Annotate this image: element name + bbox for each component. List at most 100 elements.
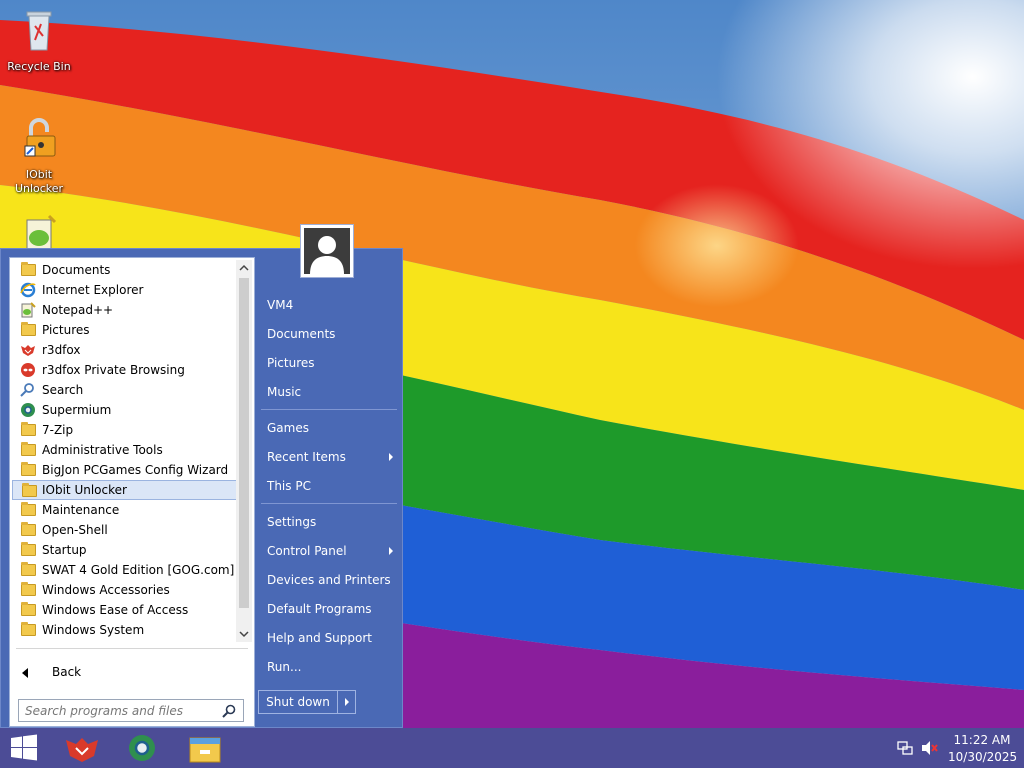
right-item-label: Default Programs — [267, 602, 372, 616]
folder-icon — [21, 322, 36, 336]
program-item-maintenance[interactable]: Maintenance — [12, 500, 240, 520]
program-item-startup[interactable]: Startup — [12, 540, 240, 560]
program-item-r3dfox[interactable]: r3dfox — [12, 340, 240, 360]
program-item-administrative-tools[interactable]: Administrative Tools — [12, 440, 240, 460]
program-item-7-zip[interactable]: 7-Zip — [12, 420, 240, 440]
right-item-label: Games — [267, 421, 309, 435]
taskbar-app-file-explorer[interactable] — [176, 730, 232, 766]
right-item-recent-items[interactable]: Recent Items — [259, 444, 397, 470]
submenu-arrow-icon — [389, 453, 393, 461]
chevron-right-icon — [345, 698, 349, 706]
program-label: Startup — [42, 543, 87, 557]
program-item-iobit-unlocker[interactable]: IObit Unlocker — [12, 480, 240, 500]
right-item-label: This PC — [267, 479, 311, 493]
program-label: Windows System — [42, 623, 145, 637]
program-item-r3dfox-private[interactable]: r3dfox Private Browsing — [12, 360, 240, 380]
program-label: Open-Shell — [42, 523, 108, 537]
program-item-internet-explorer[interactable]: Internet Explorer — [12, 280, 240, 300]
separator — [261, 409, 397, 410]
back-button[interactable]: Back — [12, 660, 242, 684]
program-item-open-shell[interactable]: Open-Shell — [12, 520, 240, 540]
folder-icon — [21, 562, 36, 576]
folder-icon — [21, 502, 36, 516]
submenu-arrow-icon — [389, 547, 393, 555]
desktop-icon-recycle-bin[interactable]: Recycle Bin — [4, 6, 74, 74]
user-picture[interactable] — [300, 224, 354, 278]
shutdown-button[interactable]: Shut down — [259, 691, 337, 713]
folder-icon — [21, 462, 36, 476]
programs-pane: Documents Internet Explorer Notepad++ Pi… — [9, 257, 255, 727]
back-label: Back — [52, 665, 82, 679]
search-icon[interactable] — [222, 704, 236, 718]
start-menu: Documents Internet Explorer Notepad++ Pi… — [0, 248, 403, 728]
volume-muted-icon[interactable] — [921, 740, 939, 756]
separator — [16, 648, 248, 649]
start-button[interactable] — [0, 728, 48, 768]
right-item-user-folder[interactable]: VM4 — [259, 292, 397, 318]
back-arrow-icon — [22, 668, 28, 678]
program-item-swat4[interactable]: SWAT 4 Gold Edition [GOG.com] — [12, 560, 240, 580]
folder-icon — [21, 422, 36, 436]
program-item-search[interactable]: Search — [12, 380, 240, 400]
user-avatar-icon — [310, 236, 344, 274]
program-label: IObit Unlocker — [42, 483, 127, 497]
right-item-this-pc[interactable]: This PC — [259, 473, 397, 499]
program-item-bigjon-config-wizard[interactable]: BigJon PCGames Config Wizard — [12, 460, 240, 480]
folder-icon — [22, 483, 37, 497]
windows-logo-icon — [11, 734, 37, 761]
r3dfox-icon — [66, 738, 98, 762]
right-item-settings[interactable]: Settings — [259, 509, 397, 535]
taskbar-app-supermium[interactable] — [114, 730, 170, 766]
program-label: Maintenance — [42, 503, 120, 517]
right-item-control-panel[interactable]: Control Panel — [259, 538, 397, 564]
taskbar-app-r3dfox[interactable] — [54, 730, 110, 766]
right-item-pictures[interactable]: Pictures — [259, 350, 397, 376]
program-item-windows-system[interactable]: Windows System — [12, 620, 240, 640]
scroll-down-button[interactable] — [236, 626, 252, 642]
taskbar: 11:22 AM 10/30/2025 — [0, 728, 1024, 768]
search-input[interactable] — [18, 699, 244, 722]
program-item-windows-accessories[interactable]: Windows Accessories — [12, 580, 240, 600]
supermium-icon — [129, 735, 155, 761]
program-label: r3dfox — [42, 343, 81, 357]
program-item-supermium[interactable]: Supermium — [12, 400, 240, 420]
desktop-icon-iobit-unlocker[interactable]: IObit Unlocker — [4, 114, 74, 196]
program-label: SWAT 4 Gold Edition [GOG.com] — [42, 563, 235, 577]
right-item-run[interactable]: Run... — [259, 654, 397, 680]
right-item-documents[interactable]: Documents — [259, 321, 397, 347]
folder-icon — [21, 522, 36, 536]
file-explorer-icon — [189, 737, 221, 763]
right-item-label: Music — [267, 385, 302, 399]
right-item-label: Run... — [267, 660, 302, 674]
scroll-up-button[interactable] — [236, 260, 252, 276]
right-item-help-and-support[interactable]: Help and Support — [259, 625, 397, 651]
separator — [261, 503, 397, 504]
program-list: Documents Internet Explorer Notepad++ Pi… — [12, 260, 240, 640]
clock-time[interactable]: 11:22 AM — [948, 733, 1016, 747]
right-item-music[interactable]: Music — [259, 379, 397, 405]
folder-icon — [21, 582, 36, 596]
supermium-icon — [21, 403, 35, 417]
right-item-label: Pictures — [267, 356, 315, 370]
program-item-documents[interactable]: Documents — [12, 260, 240, 280]
search-icon — [20, 383, 34, 397]
r3dfox-icon — [21, 345, 35, 356]
program-list-scrollbar[interactable] — [236, 260, 252, 642]
right-item-label: Control Panel — [267, 544, 347, 558]
right-item-default-programs[interactable]: Default Programs — [259, 596, 397, 622]
program-label: Windows Accessories — [42, 583, 170, 597]
shutdown-group: Shut down — [258, 690, 356, 714]
right-item-games[interactable]: Games — [259, 415, 397, 441]
network-icon[interactable] — [897, 741, 913, 755]
program-item-notepad-plus-plus[interactable]: Notepad++ — [12, 300, 240, 320]
program-item-pictures[interactable]: Pictures — [12, 320, 240, 340]
chevron-down-icon — [239, 631, 249, 638]
program-item-windows-ease-of-access[interactable]: Windows Ease of Access — [12, 600, 240, 620]
right-item-label: Recent Items — [267, 450, 346, 464]
shutdown-options-button[interactable] — [338, 691, 355, 713]
right-item-label: Help and Support — [267, 631, 372, 645]
r3dfox-private-icon — [21, 363, 35, 377]
right-item-devices-and-printers[interactable]: Devices and Printers — [259, 567, 397, 593]
scroll-thumb[interactable] — [239, 278, 249, 608]
clock-date[interactable]: 10/30/2025 — [948, 750, 1017, 764]
